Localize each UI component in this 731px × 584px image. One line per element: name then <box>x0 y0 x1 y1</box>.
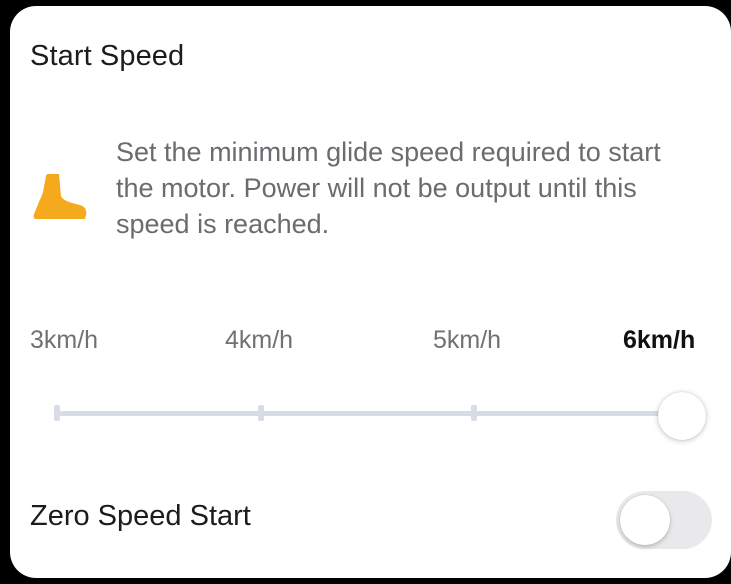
start-speed-slider[interactable] <box>52 392 712 440</box>
zero-speed-start-toggle[interactable] <box>616 491 712 549</box>
slider-thumb[interactable] <box>658 392 706 440</box>
speed-option-4kmh[interactable]: 4km/h <box>225 326 293 355</box>
slider-tick-3kmh <box>54 405 60 421</box>
speed-option-6kmh[interactable]: 6km/h <box>623 326 695 355</box>
slider-track[interactable] <box>56 411 676 416</box>
slider-tick-4kmh <box>258 405 264 421</box>
speed-option-3kmh[interactable]: 3km/h <box>30 326 98 355</box>
settings-card: Start Speed Set the minimum glide speed … <box>10 6 731 578</box>
start-speed-description: Set the minimum glide speed required to … <box>116 137 661 239</box>
start-speed-info: Set the minimum glide speed required to … <box>32 134 722 254</box>
start-speed-title: Start Speed <box>30 40 185 72</box>
slider-tick-5kmh <box>471 405 477 421</box>
speed-option-labels: 3km/h 4km/h 5km/h 6km/h <box>10 326 731 360</box>
zero-speed-start-row: Zero Speed Start <box>10 486 731 549</box>
shoe-icon <box>32 172 88 222</box>
toggle-knob[interactable] <box>620 495 670 545</box>
zero-speed-start-label: Zero Speed Start <box>30 500 251 532</box>
speed-option-5kmh[interactable]: 5km/h <box>433 326 501 355</box>
